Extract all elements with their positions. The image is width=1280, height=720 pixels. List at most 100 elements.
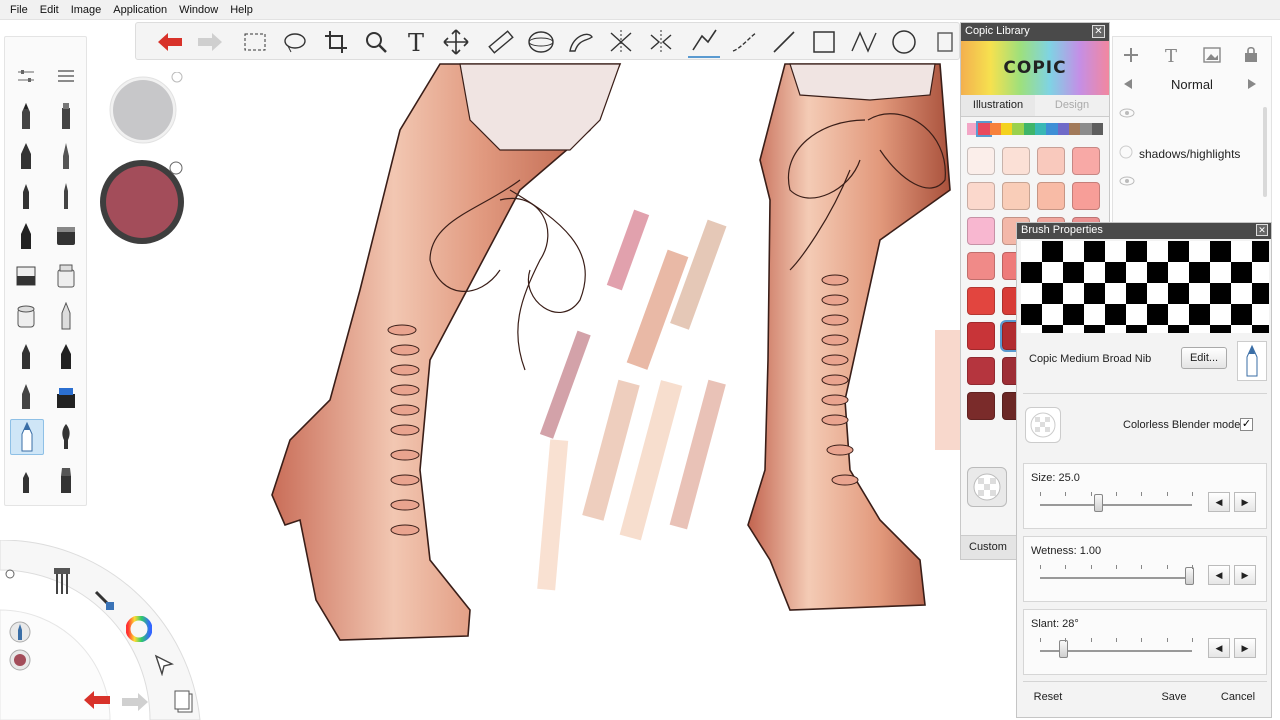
- add-text-layer-icon[interactable]: T: [1163, 45, 1181, 68]
- lagoon-brush-library-icon[interactable]: [52, 566, 72, 599]
- color-swatch[interactable]: [967, 357, 995, 385]
- copic-library-titlebar[interactable]: Copic Library ✕: [961, 23, 1109, 41]
- airbrush-icon[interactable]: [53, 301, 79, 331]
- lagoon-color-wheel-icon[interactable]: [125, 615, 153, 645]
- flat-brush-icon[interactable]: [53, 465, 79, 495]
- reset-button[interactable]: Reset: [1021, 687, 1075, 709]
- symmetry-icon[interactable]: [605, 26, 637, 58]
- color-swatch[interactable]: [1002, 147, 1030, 175]
- color-swatch[interactable]: [967, 322, 995, 350]
- menu-window[interactable]: Window: [173, 4, 224, 16]
- add-layer-icon[interactable]: [1123, 47, 1139, 66]
- blue-marker-icon[interactable]: [53, 381, 79, 411]
- hard-eraser-icon[interactable]: [13, 261, 39, 291]
- circle-icon[interactable]: [888, 26, 920, 58]
- close-icon[interactable]: ✕: [1256, 224, 1268, 236]
- color-swatch[interactable]: [1037, 147, 1065, 175]
- line-icon[interactable]: [768, 26, 800, 58]
- fine-pen-icon[interactable]: [53, 141, 79, 171]
- cancel-button[interactable]: Cancel: [1211, 687, 1265, 709]
- ballpoint-icon[interactable]: [13, 181, 39, 211]
- wetness-slider-thumb[interactable]: [1185, 567, 1195, 585]
- eraser-icon[interactable]: [53, 221, 79, 251]
- pastel-icon[interactable]: [13, 465, 39, 495]
- calligraphy-icon[interactable]: [13, 221, 39, 251]
- slant-decrease-button[interactable]: ◀: [1208, 638, 1230, 658]
- color-swatch[interactable]: [967, 392, 995, 420]
- pencil-brush-icon[interactable]: [13, 101, 39, 131]
- menu-file[interactable]: File: [4, 4, 34, 16]
- palette-settings-icon[interactable]: [13, 61, 39, 91]
- lasso-icon[interactable]: [279, 26, 311, 58]
- move-icon[interactable]: [440, 26, 472, 58]
- felt-tip-icon[interactable]: [13, 341, 39, 371]
- tab-illustration[interactable]: Illustration: [961, 95, 1035, 116]
- edit-brush-button[interactable]: Edit...: [1181, 347, 1227, 369]
- lagoon-current-brush-icon[interactable]: [8, 620, 32, 647]
- wetness-increase-button[interactable]: ▶: [1234, 565, 1256, 585]
- french-curve-icon[interactable]: [565, 26, 597, 58]
- lagoon-settings-icon[interactable]: [4, 568, 16, 583]
- color-swatch[interactable]: [967, 147, 995, 175]
- tech-pen-icon[interactable]: [53, 181, 79, 211]
- stroke-line-icon[interactable]: [688, 26, 720, 58]
- lagoon-select-icon[interactable]: [152, 652, 176, 679]
- color-puck-current[interactable]: [96, 158, 188, 248]
- ink-brush-icon[interactable]: [13, 141, 39, 171]
- color-puck-secondary[interactable]: [98, 71, 188, 144]
- color-family-strip[interactable]: [967, 121, 1103, 137]
- brush-properties-titlebar[interactable]: Brush Properties ✕: [1017, 223, 1271, 239]
- paint-can-icon[interactable]: [13, 301, 39, 331]
- polyline-icon[interactable]: [848, 26, 880, 58]
- color-swatch[interactable]: [1002, 182, 1030, 210]
- ellipse-guide-icon[interactable]: [525, 26, 557, 58]
- undo-icon[interactable]: [154, 26, 186, 58]
- wetness-decrease-button[interactable]: ◀: [1208, 565, 1230, 585]
- marker-brush-icon[interactable]: [53, 101, 79, 131]
- blend-mode-selector[interactable]: Normal: [1113, 73, 1271, 97]
- zoom-icon[interactable]: [360, 26, 392, 58]
- menu-image[interactable]: Image: [65, 4, 108, 16]
- text-icon[interactable]: T: [400, 26, 432, 58]
- ruler-icon[interactable]: [484, 26, 516, 58]
- tab-design[interactable]: Design: [1035, 95, 1109, 116]
- eye-icon[interactable]: [1119, 107, 1135, 121]
- lagoon-undo-icon[interactable]: [82, 690, 112, 713]
- blend-next-icon[interactable]: [1247, 78, 1257, 93]
- custom-tab[interactable]: Custom: [961, 535, 1019, 559]
- menu-edit[interactable]: Edit: [34, 4, 65, 16]
- color-swatch[interactable]: [1072, 182, 1100, 210]
- size-slider-track[interactable]: [1040, 504, 1192, 506]
- slant-slider-thumb[interactable]: [1058, 640, 1068, 658]
- size-increase-button[interactable]: ▶: [1234, 492, 1256, 512]
- lagoon-copy-icon[interactable]: [172, 690, 196, 717]
- rectangle-icon[interactable]: [808, 26, 840, 58]
- paint-bucket-icon[interactable]: [53, 261, 79, 291]
- layer-row[interactable]: [1113, 101, 1271, 129]
- color-swatch[interactable]: [1037, 182, 1065, 210]
- copic-broad-nib-brush[interactable]: [10, 419, 44, 455]
- lagoon-brush-icon[interactable]: [92, 588, 116, 615]
- color-swatch[interactable]: [967, 217, 995, 245]
- slant-increase-button[interactable]: ▶: [1234, 638, 1256, 658]
- layer-row-shadows[interactable]: shadows/highlights: [1113, 129, 1271, 169]
- color-swatch[interactable]: [967, 252, 995, 280]
- layer-visibility-toggle-icon[interactable]: [1119, 145, 1133, 162]
- chisel-marker-icon[interactable]: [53, 341, 79, 371]
- layer-row[interactable]: [1113, 169, 1271, 197]
- round-brush-icon[interactable]: [53, 421, 79, 451]
- rect-select-icon[interactable]: [239, 26, 271, 58]
- color-swatch[interactable]: [1072, 147, 1100, 175]
- add-image-layer-icon[interactable]: [1203, 47, 1221, 66]
- colorless-blender-checkbox[interactable]: ✓: [1240, 418, 1253, 431]
- color-swatch[interactable]: [967, 182, 995, 210]
- symmetry-y-icon[interactable]: [645, 26, 677, 58]
- color-swatch[interactable]: [967, 287, 995, 315]
- size-decrease-button[interactable]: ◀: [1208, 492, 1230, 512]
- redo-icon[interactable]: [194, 26, 226, 58]
- colorless-blender-button[interactable]: [967, 467, 1007, 507]
- save-button[interactable]: Save: [1147, 687, 1201, 709]
- overflow-icon[interactable]: [929, 26, 961, 58]
- lagoon-current-color-icon[interactable]: [8, 648, 32, 675]
- menu-help[interactable]: Help: [224, 4, 259, 16]
